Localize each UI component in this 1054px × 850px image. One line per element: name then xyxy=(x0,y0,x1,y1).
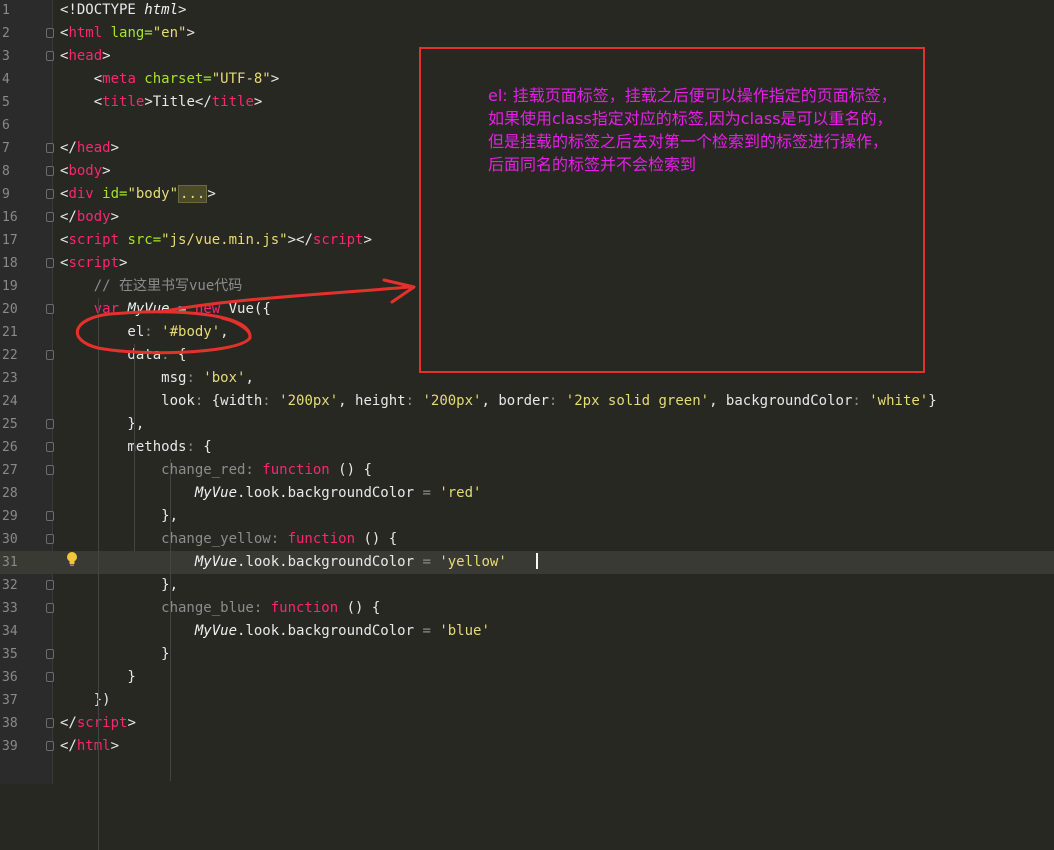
red-arrow-annotation xyxy=(158,285,412,314)
red-arrow-head xyxy=(382,278,416,304)
red-circle-annotation xyxy=(75,310,252,355)
annotation-text: el: 挂载页面标签，挂载之后便可以操作指定的页面标签，如果使用class指定对… xyxy=(488,86,897,174)
lightbulb-icon[interactable] xyxy=(65,551,79,567)
text-caret xyxy=(536,553,538,569)
